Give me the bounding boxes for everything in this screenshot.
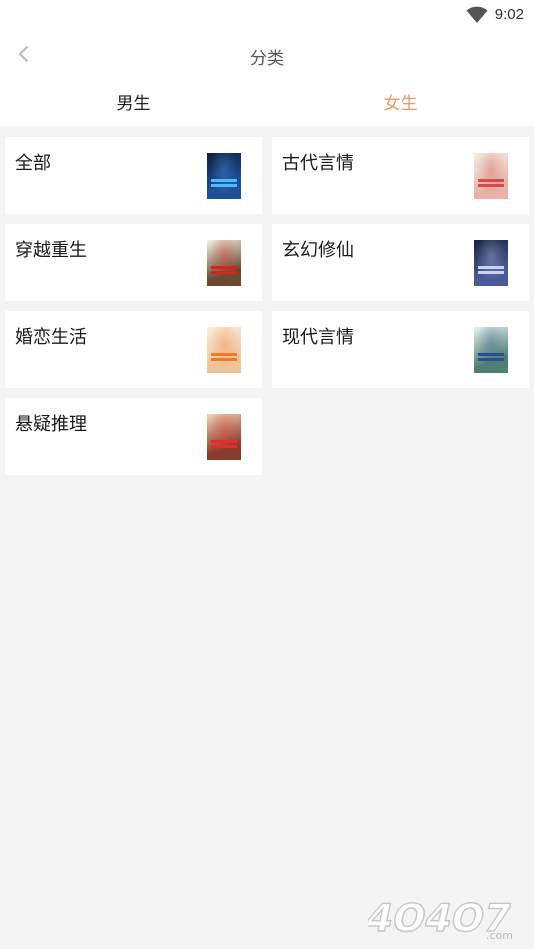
cover-title-mark [211,271,237,274]
category-card-ancient-romance[interactable]: 古代言情 [272,137,529,214]
category-label: 穿越重生 [15,240,87,261]
svg-text:.com: .com [486,929,513,942]
cover-title-mark [478,271,504,274]
category-card-modern-romance[interactable]: 现代言情 [272,311,529,388]
status-time: 9:02 [494,6,524,23]
book-cover-image [207,240,241,286]
page-title: 分类 [250,49,284,69]
category-label: 古代言情 [282,153,354,174]
category-label: 玄幻修仙 [282,240,354,261]
cover-figure [474,240,508,286]
cover-title-mark [478,358,504,361]
cover-title-mark [211,179,237,182]
book-cover-image [207,153,241,199]
cover-title-mark [478,179,504,182]
book-cover-image [474,327,508,373]
cover-title-mark [211,445,237,448]
category-label: 现代言情 [282,327,354,348]
book-cover-image [474,153,508,199]
cover-figure [207,414,241,460]
cover-figure [207,327,241,373]
category-grid: 全部 古代言情 穿越重生 玄幻修仙 婚恋生活 现代言情 悬疑推理 [5,137,529,475]
cover-figure [207,153,241,199]
watermark-logo: 4O4O7 .com [368,896,516,942]
tab-male[interactable]: 男生 [0,80,267,126]
header: 分类 [0,30,534,80]
cover-title-mark [478,266,504,269]
category-card-all[interactable]: 全部 [5,137,262,214]
book-cover-image [207,414,241,460]
status-bar: 9:02 [0,0,534,30]
cover-title-mark [211,440,237,443]
book-cover-image [207,327,241,373]
category-card-mystery[interactable]: 悬疑推理 [5,398,262,475]
book-cover-image [474,240,508,286]
cover-title-mark [211,353,237,356]
cover-figure [474,327,508,373]
category-label: 全部 [15,153,51,174]
tab-female[interactable]: 女生 [267,80,534,126]
cover-title-mark [478,353,504,356]
cover-title-mark [211,266,237,269]
category-card-marriage-life[interactable]: 婚恋生活 [5,311,262,388]
cover-figure [207,240,241,286]
app-root: 9:02 分类 男生 女生 全部 古代言情 穿越重生 玄幻修仙 婚恋生活 现代言… [0,0,534,949]
category-label: 婚恋生活 [15,327,87,348]
category-card-fantasy[interactable]: 玄幻修仙 [272,224,529,301]
cover-title-mark [211,184,237,187]
category-card-time-travel[interactable]: 穿越重生 [5,224,262,301]
cover-figure [474,153,508,199]
cover-title-mark [211,358,237,361]
cover-title-mark [478,184,504,187]
gender-tabs: 男生 女生 [0,80,534,126]
category-label: 悬疑推理 [15,414,87,435]
wifi-icon [466,6,488,23]
